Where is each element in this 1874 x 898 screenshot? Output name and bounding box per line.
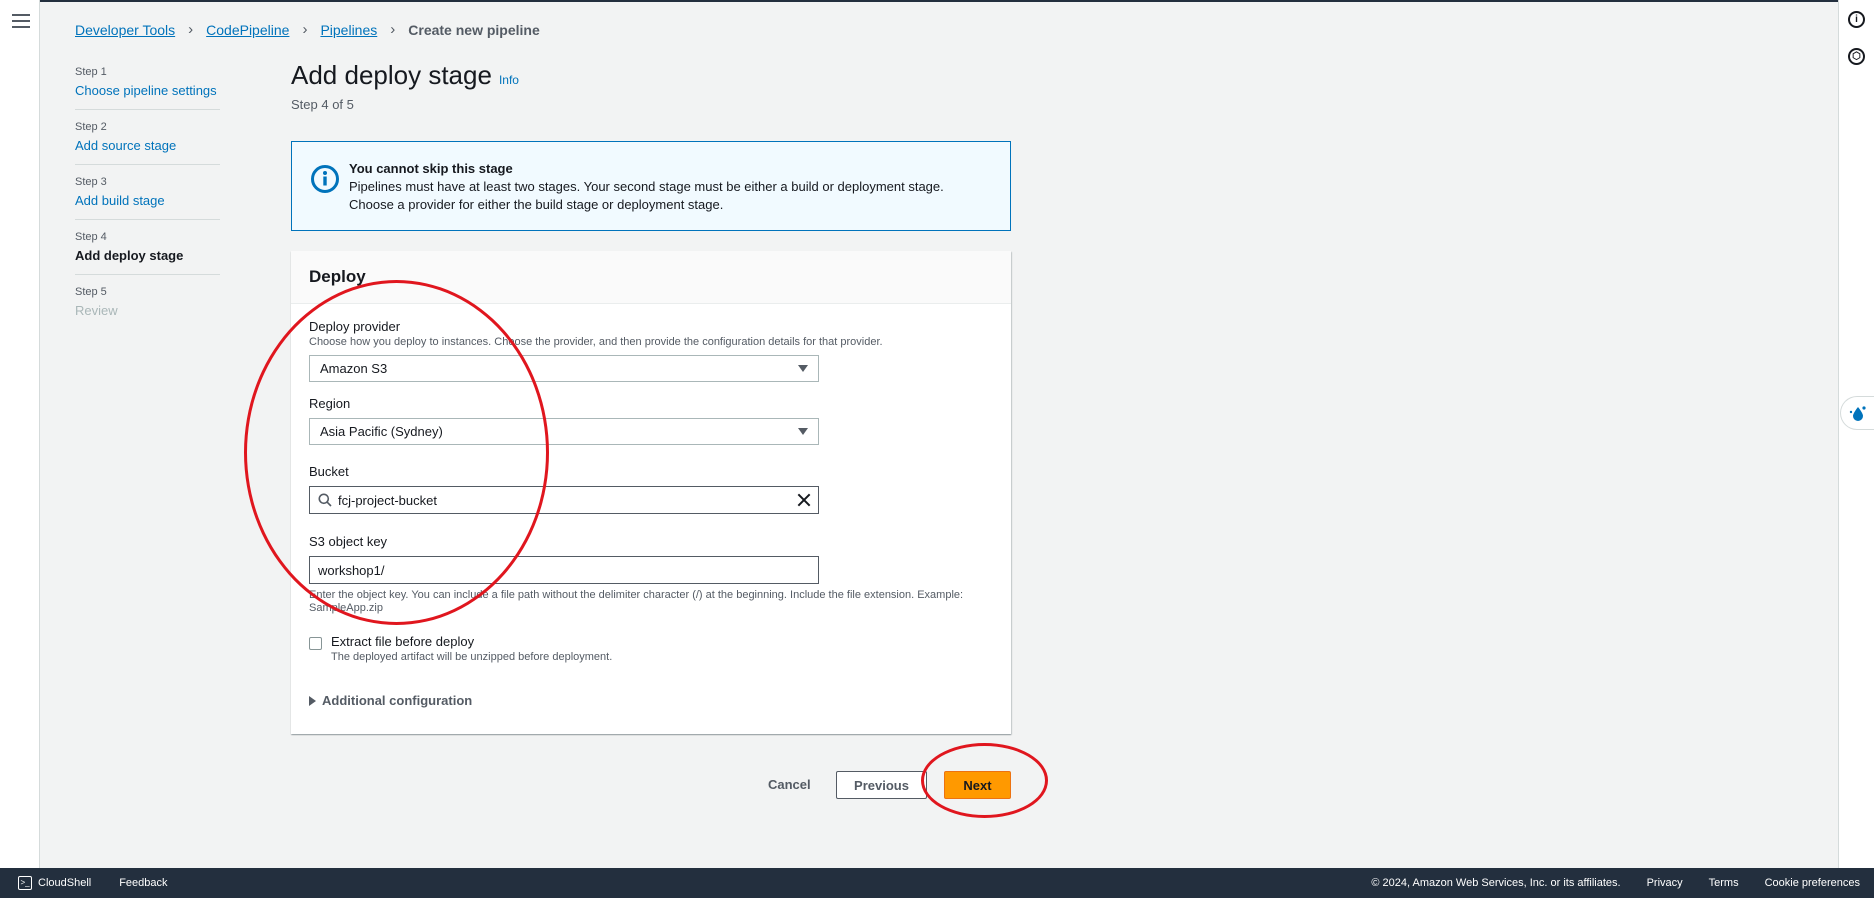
- breadcrumb-current: Create new pipeline: [408, 21, 540, 38]
- next-button[interactable]: Next: [944, 771, 1011, 799]
- step-link-build-stage[interactable]: Add build stage: [75, 193, 220, 208]
- footer-right: © 2024, Amazon Web Services, Inc. or its…: [1345, 877, 1860, 889]
- wizard-step: Step 4 Add deploy stage: [75, 231, 220, 275]
- clear-icon[interactable]: [796, 492, 812, 508]
- checkbox-label: Extract file before deploy: [331, 634, 475, 649]
- search-icon: [318, 493, 332, 507]
- page-title: Add deploy stage Info: [291, 60, 519, 91]
- step-number: Step 5: [75, 286, 107, 298]
- checkbox-description: The deployed artifact will be unzipped b…: [331, 651, 613, 663]
- info-alert: You cannot skip this stage Pipelines mus…: [291, 141, 1011, 231]
- caret-down-icon: [798, 365, 808, 372]
- wizard-step: Step 1 Choose pipeline settings: [75, 66, 220, 110]
- region-field: Region Asia Pacific (Sydney): [309, 396, 819, 445]
- breadcrumb-developer-tools[interactable]: Developer Tools: [75, 22, 175, 38]
- select-value: Asia Pacific (Sydney): [320, 424, 443, 439]
- wizard-steps: Step 1 Choose pipeline settings Step 2 A…: [75, 66, 220, 340]
- step-number: Step 4: [75, 231, 107, 243]
- step-review-disabled: Review: [75, 303, 118, 318]
- field-label: Region: [309, 396, 351, 411]
- deploy-provider-select[interactable]: Amazon S3: [309, 355, 819, 382]
- step-current-deploy-stage: Add deploy stage: [75, 248, 184, 263]
- feedback-link[interactable]: Feedback: [119, 877, 167, 889]
- breadcrumb-codepipeline[interactable]: CodePipeline: [206, 22, 289, 38]
- expander-label: Additional configuration: [322, 693, 473, 708]
- extract-file-checkbox[interactable]: [309, 637, 322, 650]
- additional-configuration-expander[interactable]: Additional configuration: [309, 693, 472, 708]
- caret-right-icon: [309, 695, 316, 706]
- select-value: Amazon S3: [320, 361, 388, 376]
- menu-icon[interactable]: [12, 14, 30, 28]
- step-number: Step 3: [75, 176, 107, 188]
- chevron-right-icon: ›: [188, 21, 194, 38]
- left-navigation-rail: [0, 0, 40, 868]
- caret-down-icon: [798, 428, 808, 435]
- chevron-right-icon: ›: [390, 21, 396, 38]
- wizard-step: Step 5 Review: [75, 286, 220, 329]
- region-select[interactable]: Asia Pacific (Sydney): [309, 418, 819, 445]
- breadcrumb-pipelines[interactable]: Pipelines: [320, 22, 377, 38]
- cloudshell-label: CloudShell: [38, 877, 92, 889]
- top-border: [0, 0, 1874, 2]
- alert-title: You cannot skip this stage: [349, 161, 513, 176]
- privacy-link[interactable]: Privacy: [1647, 877, 1683, 889]
- s3-object-key-field: S3 object key Enter the object key. You …: [309, 534, 979, 615]
- cloudshell-button[interactable]: >_ CloudShell: [18, 876, 91, 890]
- cookie-preferences-link[interactable]: Cookie preferences: [1765, 877, 1860, 889]
- bucket-search-input[interactable]: [309, 486, 819, 514]
- info-link[interactable]: Info: [499, 73, 519, 87]
- bucket-field: Bucket: [309, 464, 819, 514]
- field-description: Choose how you deploy to instances. Choo…: [309, 336, 883, 348]
- step-link-pipeline-settings[interactable]: Choose pipeline settings: [75, 83, 220, 98]
- previous-button[interactable]: Previous: [836, 771, 927, 799]
- deploy-panel: Deploy Deploy provider Choose how you de…: [291, 251, 1011, 734]
- settings-icon[interactable]: ⬡: [1848, 48, 1865, 65]
- step-link-source-stage[interactable]: Add source stage: [75, 138, 220, 153]
- field-label: S3 object key: [309, 534, 388, 549]
- field-label: Bucket: [309, 464, 349, 479]
- field-label: Deploy provider: [309, 319, 401, 334]
- field-description: Enter the object key. You can include a …: [309, 589, 964, 614]
- info-circle-icon: [311, 165, 339, 193]
- deploy-provider-field: Deploy provider Choose how you deploy to…: [309, 319, 883, 382]
- assistant-drop-icon[interactable]: [1840, 396, 1874, 430]
- s3-object-key-input[interactable]: [309, 556, 819, 584]
- panel-header: Deploy: [291, 251, 1011, 304]
- step-number: Step 2: [75, 121, 107, 133]
- bucket-input[interactable]: [338, 492, 796, 508]
- page-title-text: Add deploy stage: [291, 60, 492, 90]
- cancel-button[interactable]: Cancel: [756, 773, 823, 796]
- wizard-step: Step 2 Add source stage: [75, 121, 220, 165]
- terminal-icon: >_: [18, 876, 32, 890]
- page-subtitle: Step 4 of 5: [291, 97, 354, 112]
- chevron-right-icon: ›: [302, 21, 308, 38]
- breadcrumb: Developer Tools › CodePipeline › Pipelin…: [75, 21, 540, 38]
- wizard-step: Step 3 Add build stage: [75, 176, 220, 220]
- info-icon[interactable]: i: [1848, 11, 1865, 28]
- extract-file-option: Extract file before deploy The deployed …: [309, 634, 612, 663]
- copyright-text: © 2024, Amazon Web Services, Inc. or its…: [1371, 877, 1621, 889]
- alert-body: Pipelines must have at least two stages.…: [349, 179, 944, 212]
- footer: >_ CloudShell Feedback © 2024, Amazon We…: [0, 868, 1874, 898]
- step-number: Step 1: [75, 66, 107, 78]
- terms-link[interactable]: Terms: [1709, 877, 1739, 889]
- right-tools-rail: i ⬡: [1838, 0, 1874, 868]
